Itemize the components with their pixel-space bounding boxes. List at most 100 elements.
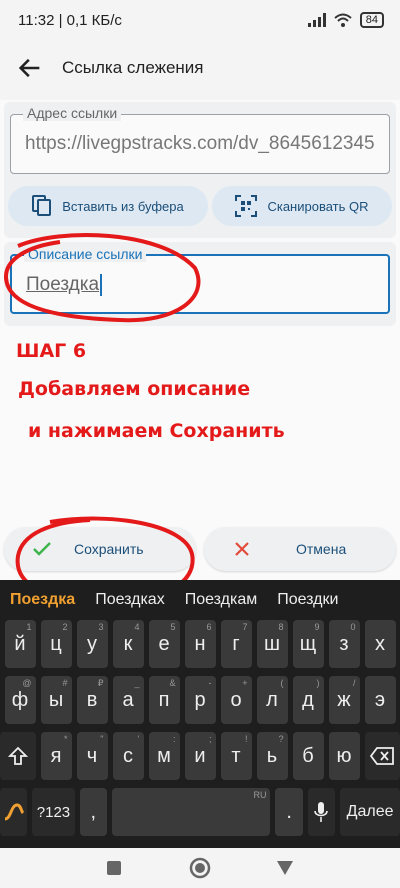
back-icon[interactable]: [276, 860, 294, 876]
key-label: щ: [299, 632, 317, 655]
key-hint: :: [172, 734, 176, 744]
suggestion-item[interactable]: Поездка: [0, 591, 85, 609]
keyboard-row-4: ?123 , RU . Далее: [0, 788, 400, 836]
letter-key[interactable]: 0з: [328, 620, 360, 668]
letter-key[interactable]: @ ф: [4, 676, 36, 724]
letter-key[interactable]: 9щ: [292, 620, 324, 668]
letter-key[interactable]: 4к: [112, 620, 144, 668]
letter-key[interactable]: ; и: [184, 732, 216, 780]
cancel-label: Отмена: [296, 541, 347, 557]
url-field[interactable]: Адрес ссылки https://livegpstracks.com/d…: [10, 105, 390, 174]
key-label: р: [194, 688, 206, 711]
suggestion-item[interactable]: Поездках: [85, 591, 175, 609]
close-icon: [235, 542, 249, 556]
letter-key[interactable]: 8ш: [256, 620, 288, 668]
key-label: ч: [86, 744, 98, 767]
letter-key[interactable]: ! т: [220, 732, 252, 780]
backspace-icon: [370, 747, 395, 765]
key-label: з: [339, 632, 349, 655]
letter-key[interactable]: э: [364, 676, 396, 724]
shift-icon: [7, 746, 28, 765]
key-hint: 2: [62, 622, 68, 632]
letter-key[interactable]: б: [292, 732, 324, 780]
letter-key[interactable]: х: [364, 620, 396, 668]
copy-icon: [32, 195, 52, 216]
letter-key[interactable]: 6н: [184, 620, 216, 668]
key-label: н: [194, 632, 206, 655]
key-hint: ": [100, 734, 104, 744]
save-label: Сохранить: [74, 541, 144, 557]
letter-key[interactable]: * я: [40, 732, 72, 780]
letter-key[interactable]: -р: [184, 676, 216, 724]
letter-key[interactable]: ) д: [292, 676, 324, 724]
letter-key[interactable]: " ч: [76, 732, 108, 780]
backspace-key[interactable]: [364, 732, 400, 780]
key-hint: ?: [278, 734, 284, 744]
qr-icon: [235, 195, 258, 217]
letter-key[interactable]: (л: [256, 676, 288, 724]
save-button[interactable]: Сохранить: [4, 527, 196, 571]
letter-key[interactable]: 7г: [220, 620, 252, 668]
key-hint: &: [169, 678, 176, 688]
letter-key[interactable]: + о: [220, 676, 252, 724]
next-key[interactable]: Далее: [340, 788, 400, 836]
key-label: ц: [50, 632, 62, 655]
key-hint: !: [244, 734, 248, 744]
key-label: м: [157, 744, 171, 767]
letter-key[interactable]: _ а: [112, 676, 144, 724]
battery-icon: 84: [359, 12, 384, 28]
app-bar: Ссылка слежения: [0, 36, 400, 100]
shift-key[interactable]: [0, 732, 36, 780]
key-hint: _: [134, 678, 140, 688]
letter-key[interactable]: ' с: [112, 732, 144, 780]
url-field-label: Адрес ссылки: [23, 105, 122, 121]
comma-key[interactable]: ,: [79, 788, 107, 836]
key-hint: 9: [314, 622, 320, 632]
letter-key[interactable]: 3у: [76, 620, 108, 668]
paste-button[interactable]: Вставить из буфера: [8, 186, 208, 226]
key-hint: ): [316, 678, 320, 688]
letter-key[interactable]: ₽ в: [76, 676, 108, 724]
letter-key[interactable]: # ы: [40, 676, 72, 724]
letter-key[interactable]: ? ь: [256, 732, 288, 780]
description-field-label: Описание ссылки: [24, 246, 147, 262]
letter-key[interactable]: 2ц: [40, 620, 72, 668]
key-label: л: [266, 688, 278, 711]
suggestion-item[interactable]: Поездкам: [175, 591, 268, 609]
recent-apps-icon[interactable]: [106, 860, 122, 876]
url-field-value[interactable]: https://livegpstracks.com/dv_8645612345: [25, 133, 381, 155]
letter-key[interactable]: 5е: [148, 620, 180, 668]
letter-key[interactable]: :м: [148, 732, 180, 780]
description-field[interactable]: Описание ссылки Поездка: [10, 246, 390, 314]
page-title: Ссылка слежения: [62, 58, 204, 77]
cancel-button[interactable]: Отмена: [204, 527, 396, 571]
system-nav-bar: [0, 848, 400, 888]
key-hint: 0: [350, 622, 356, 632]
letter-key[interactable]: & п: [148, 676, 180, 724]
back-arrow-icon[interactable]: [16, 54, 44, 82]
period-key[interactable]: .: [275, 788, 303, 836]
key-hint: #: [62, 678, 68, 688]
symbols-key[interactable]: ?123: [32, 788, 75, 836]
key-label: т: [231, 744, 241, 767]
key-hint: ₽: [97, 678, 104, 688]
scan-qr-button[interactable]: Сканировать QR: [212, 186, 392, 226]
space-key[interactable]: RU: [111, 788, 271, 836]
letter-key[interactable]: ю: [328, 732, 360, 780]
letter-key[interactable]: 1й: [4, 620, 36, 668]
key-label: п: [158, 688, 170, 711]
check-icon: [33, 542, 51, 556]
key-hint: ': [137, 734, 140, 744]
suggestion-item[interactable]: Поездки: [267, 591, 348, 609]
letter-key[interactable]: / ж: [328, 676, 360, 724]
swype-key[interactable]: [0, 788, 28, 836]
key-hint: 6: [206, 622, 212, 632]
key-hint: 7: [242, 622, 248, 632]
instruction-line1: Добавляем описание: [18, 378, 251, 400]
key-hint: +: [242, 678, 248, 688]
link-card: Адрес ссылки https://livegpstracks.com/d…: [4, 102, 396, 238]
description-field-value[interactable]: Поездка: [26, 274, 382, 296]
mic-key[interactable]: [307, 788, 336, 836]
key-hint: 8: [278, 622, 284, 632]
home-icon[interactable]: [189, 857, 211, 879]
